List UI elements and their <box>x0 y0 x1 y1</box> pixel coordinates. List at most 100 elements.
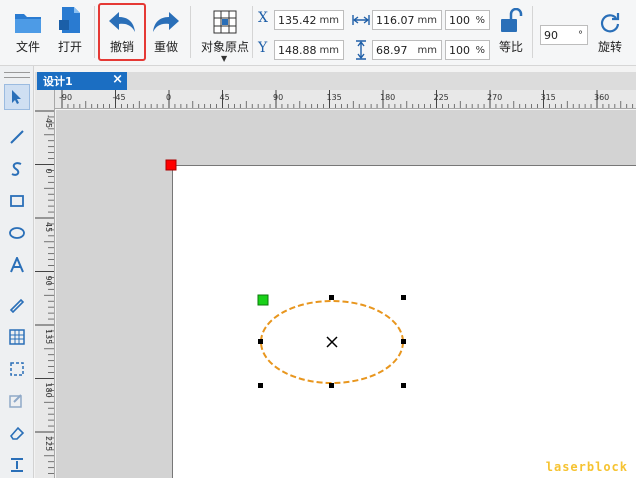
tab-title: 设计1 <box>43 75 73 88</box>
height-percent-input[interactable]: 100 % <box>445 40 490 60</box>
handle-bottom[interactable] <box>329 383 334 388</box>
y-unit: mm <box>319 44 339 56</box>
h-ruler-tick-label: 45 <box>220 93 230 102</box>
proportional-label: 等比 <box>498 40 523 54</box>
handle-bottom-left[interactable] <box>258 383 263 388</box>
object-origin-button[interactable]: 对象原点 <box>196 2 254 62</box>
vertical-ruler: -4504590135180225 <box>35 90 55 478</box>
redo-button[interactable]: 重做 <box>146 2 186 62</box>
line-tool[interactable] <box>4 124 30 150</box>
handle-right[interactable] <box>401 339 406 344</box>
y-position-input[interactable]: 148.88 mm <box>274 40 344 60</box>
rotation-anchor-handle[interactable] <box>257 294 269 306</box>
dropdown-arrow-icon[interactable]: ▼ <box>221 54 227 63</box>
h-ruler-tick-label: -90 <box>59 93 72 102</box>
folder-icon <box>14 2 42 34</box>
v-ruler-tick-label: 0 <box>44 169 53 174</box>
h-ruler-tick-label: 270 <box>487 93 502 102</box>
measure-tool[interactable] <box>4 292 30 318</box>
height-arrow-icon <box>354 40 368 64</box>
edit-check-icon <box>9 394 22 408</box>
undo-highlight-box <box>98 3 146 61</box>
width-percent-unit: % <box>475 14 485 26</box>
redo-label: 重做 <box>153 40 178 54</box>
toolbar-separator <box>252 6 253 58</box>
width-percent-value: 100 <box>449 13 470 27</box>
grid-array-tool[interactable] <box>4 324 30 350</box>
eraser-icon <box>9 426 25 440</box>
design-canvas[interactable] <box>56 110 636 478</box>
file-label: 文件 <box>15 40 40 54</box>
ellipse-icon <box>9 227 25 239</box>
height-percent-unit: % <box>475 44 485 56</box>
eraser-tool[interactable] <box>4 420 30 446</box>
grid-icon <box>9 329 25 345</box>
toolbar: 文件 打开 撤销 重做 对象原点 ▼ X 135.42 mm Y 148.88 … <box>0 0 636 66</box>
width-arrow-icon <box>352 12 370 31</box>
close-icon[interactable]: × <box>112 72 123 87</box>
rotate-label: 旋转 <box>597 40 622 54</box>
h-ruler-tick-label: -45 <box>113 93 126 102</box>
document-tabstrip: 设计1 × <box>35 72 636 90</box>
redo-arrow-icon <box>151 2 181 34</box>
proportional-lock-button[interactable]: 等比 <box>494 2 528 62</box>
align-tool[interactable] <box>4 452 30 478</box>
width-unit: mm <box>417 14 437 26</box>
unlock-icon <box>499 2 523 34</box>
open-file-icon <box>58 2 82 34</box>
h-ruler-tick-label: 0 <box>166 93 171 102</box>
open-button[interactable]: 打开 <box>50 2 90 62</box>
height-value: 68.97 <box>376 43 408 57</box>
align-icon <box>11 458 23 472</box>
x-value: 135.42 <box>278 13 317 27</box>
tab-design1[interactable]: 设计1 × <box>37 72 127 90</box>
cursor-arrow-icon <box>12 90 21 104</box>
ruler-pencil-icon <box>9 298 25 313</box>
curve-tool[interactable] <box>4 156 30 182</box>
toolbar-separator <box>94 6 95 58</box>
width-input[interactable]: 116.07 mm <box>372 10 442 30</box>
curve-icon <box>11 162 22 176</box>
rectangle-icon <box>10 195 24 207</box>
v-ruler-tick-label: 45 <box>44 222 53 232</box>
text-tool[interactable] <box>4 252 30 278</box>
handle-top[interactable] <box>329 295 334 300</box>
line-icon <box>10 130 24 144</box>
y-label: Y <box>258 40 268 56</box>
palette-grip[interactable] <box>4 72 30 78</box>
width-percent-input[interactable]: 100 % <box>445 10 490 30</box>
frame-tool[interactable] <box>4 356 30 382</box>
rectangle-tool[interactable] <box>4 188 30 214</box>
x-label: X <box>258 10 268 26</box>
handle-left[interactable] <box>258 339 263 344</box>
canvas-overlay <box>165 159 406 388</box>
horizontal-ruler: -90 -45 0 45 90 135 180 225 270 315 360 <box>55 90 636 109</box>
y-value: 148.88 <box>278 43 317 57</box>
angle-unit: ° <box>578 29 583 41</box>
handle-bottom-right[interactable] <box>401 383 406 388</box>
ellipse-tool[interactable] <box>4 220 30 246</box>
x-position-input[interactable]: 135.42 mm <box>274 10 344 30</box>
dashed-frame-icon <box>10 362 24 376</box>
center-cross-icon <box>326 336 338 348</box>
app-window: 文件 打开 撤销 重做 对象原点 ▼ X 135.42 mm Y 148.88 … <box>0 0 636 478</box>
h-ruler-tick-label: 315 <box>541 93 556 102</box>
h-ruler-tick-label: 360 <box>594 93 609 102</box>
h-ruler-tick-label: 90 <box>273 93 283 102</box>
handle-top-right[interactable] <box>401 295 406 300</box>
watermark-logo: laserblock <box>545 460 628 474</box>
file-button[interactable]: 文件 <box>8 2 48 62</box>
origin-marker[interactable] <box>165 159 177 171</box>
tool-palette <box>0 66 34 478</box>
edit-tool[interactable] <box>4 388 30 414</box>
height-input[interactable]: 68.97 mm <box>372 40 442 60</box>
x-unit: mm <box>319 14 339 26</box>
h-ruler-tick-label: 225 <box>434 93 449 102</box>
select-tool[interactable] <box>4 84 30 110</box>
text-a-icon <box>10 257 24 273</box>
h-ruler-tick-label: 135 <box>327 93 342 102</box>
rotate-button[interactable]: 旋转 <box>592 2 628 62</box>
rotate-angle-input[interactable]: 90 ° <box>540 25 588 45</box>
toolbar-separator <box>190 6 191 58</box>
object-origin-label: 对象原点 <box>200 40 249 54</box>
